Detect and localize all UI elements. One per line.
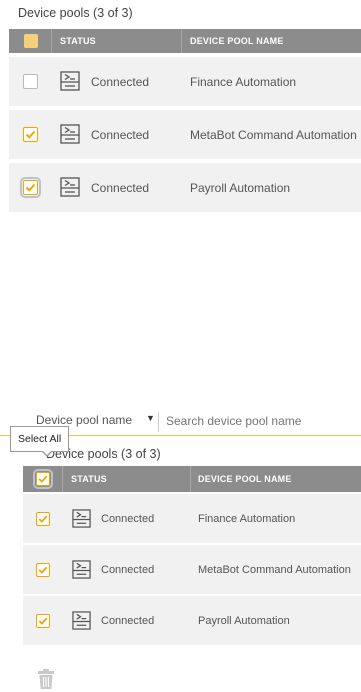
checkmark-icon bbox=[25, 130, 36, 139]
device-pools-title: Device pools (3 of 3) bbox=[18, 6, 133, 20]
trash-icon[interactable] bbox=[36, 668, 56, 690]
checkmark-icon bbox=[38, 566, 48, 574]
device-pool-name: Payroll Automation bbox=[198, 614, 290, 627]
table-row[interactable]: Connected MetaBot Command Automation bbox=[23, 545, 361, 594]
table-row[interactable]: Connected Payroll Automation bbox=[9, 163, 361, 212]
table-row[interactable]: Connected Finance Automation bbox=[9, 57, 361, 106]
row-checkbox[interactable] bbox=[36, 614, 50, 628]
device-pool-icon bbox=[60, 177, 80, 197]
device-pool-name: Payroll Automation bbox=[190, 180, 291, 195]
status-text: Connected bbox=[91, 180, 150, 195]
search-input[interactable] bbox=[166, 411, 356, 431]
select-all-checkbox[interactable] bbox=[33, 469, 53, 489]
checkmark-icon bbox=[38, 515, 48, 523]
device-pool-icon bbox=[72, 611, 91, 630]
column-device-pool-name[interactable]: DEVICE POOL NAME bbox=[198, 474, 292, 484]
chevron-down-icon[interactable]: ▼ bbox=[146, 413, 155, 423]
row-checkbox[interactable] bbox=[36, 512, 50, 526]
device-pool-name: MetaBot Command Automation bbox=[198, 563, 351, 576]
row-checkbox[interactable] bbox=[23, 127, 38, 142]
row-checkbox[interactable] bbox=[23, 74, 38, 89]
column-device-pool-name[interactable]: DEVICE POOL NAME bbox=[190, 36, 284, 46]
select-all-tooltip: Select All bbox=[10, 426, 70, 457]
column-status[interactable]: STATUS bbox=[60, 36, 96, 46]
device-pool-name: Finance Automation bbox=[198, 512, 296, 525]
checkmark-icon bbox=[25, 183, 36, 192]
status-text: Connected bbox=[91, 127, 150, 142]
status-text: Connected bbox=[101, 512, 155, 525]
status-text: Connected bbox=[101, 614, 155, 627]
table-header: STATUS DEVICE POOL NAME bbox=[23, 466, 361, 492]
row-checkbox[interactable] bbox=[36, 563, 50, 577]
table-row[interactable]: Connected Payroll Automation bbox=[23, 596, 361, 645]
checkmark-icon bbox=[38, 617, 48, 625]
column-status[interactable]: STATUS bbox=[71, 474, 107, 484]
device-pool-name: Finance Automation bbox=[190, 74, 297, 89]
row-checkbox[interactable] bbox=[20, 177, 41, 198]
select-all-checkbox[interactable] bbox=[24, 34, 38, 48]
status-text: Connected bbox=[101, 563, 155, 576]
table-row[interactable]: Connected Finance Automation bbox=[23, 494, 361, 543]
checkmark-icon bbox=[38, 475, 48, 483]
device-pool-icon bbox=[60, 124, 80, 144]
device-pool-icon bbox=[72, 509, 91, 528]
device-pool-name: MetaBot Command Automation bbox=[190, 127, 357, 142]
filter-divider bbox=[158, 412, 159, 432]
status-text: Connected bbox=[91, 74, 150, 89]
filter-select[interactable]: Device pool name bbox=[36, 413, 132, 427]
table-header: STATUS DEVICE POOL NAME bbox=[9, 29, 361, 53]
table-row[interactable]: Connected MetaBot Command Automation bbox=[9, 110, 361, 159]
device-pool-icon bbox=[72, 560, 91, 579]
device-pool-icon bbox=[60, 71, 80, 91]
